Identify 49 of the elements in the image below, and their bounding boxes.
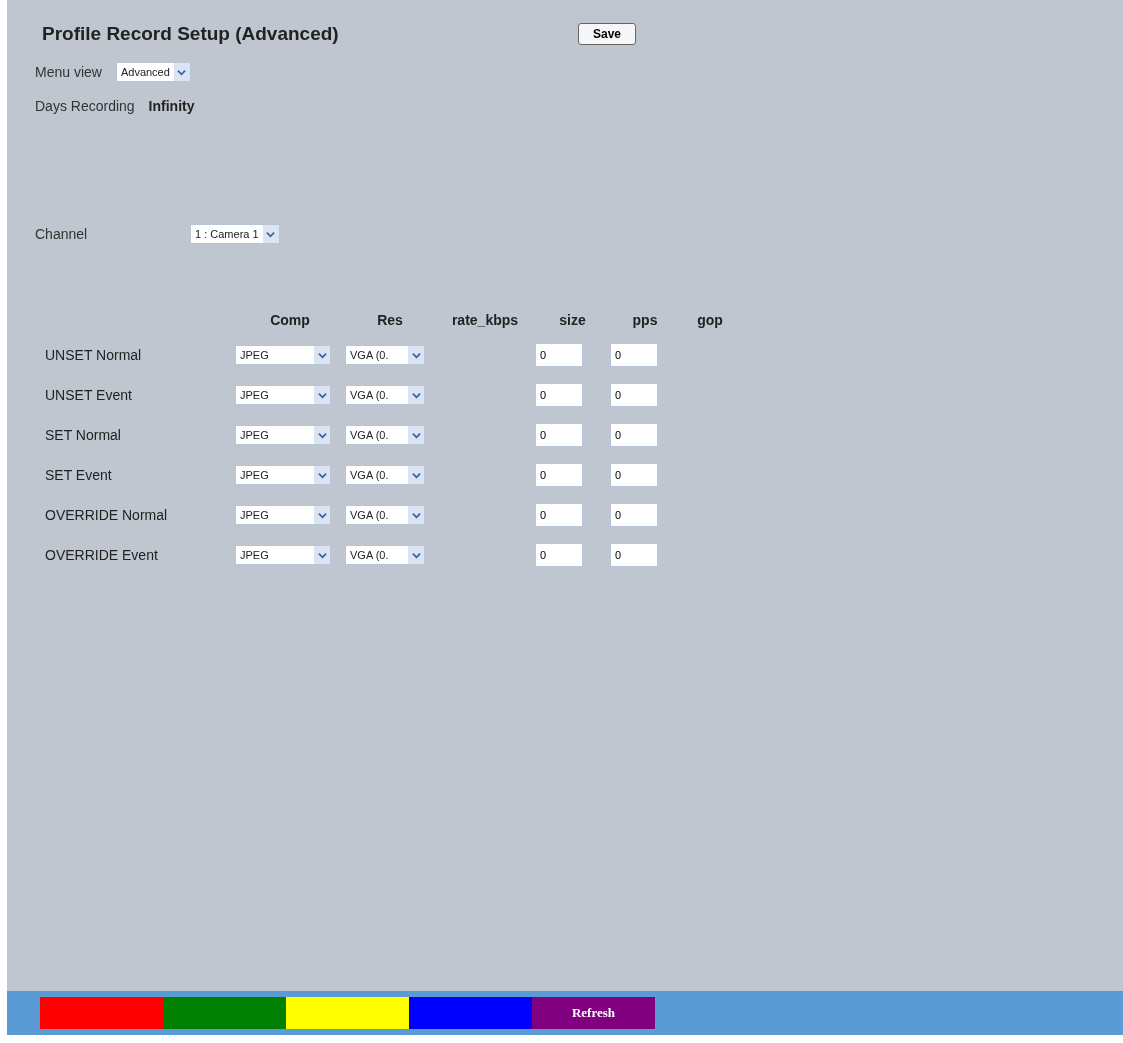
- size-field[interactable]: 0: [535, 383, 583, 407]
- color-button[interactable]: [40, 997, 163, 1029]
- pps-field[interactable]: 0: [610, 383, 658, 407]
- column-header: pps: [632, 312, 658, 328]
- resolution-dropdown[interactable]: VGA (0.: [345, 505, 425, 525]
- column-header: Res: [377, 312, 403, 328]
- resolution-dropdown[interactable]: VGA (0.: [345, 385, 425, 405]
- pps-field[interactable]: 0: [610, 423, 658, 447]
- compression-dropdown[interactable]: JPEG: [235, 545, 331, 565]
- page-title: Profile Record Setup (Advanced): [42, 23, 340, 45]
- menu-view-label: Menu view: [35, 64, 102, 80]
- resolution-dropdown[interactable]: VGA (0.: [345, 465, 425, 485]
- color-button[interactable]: [163, 997, 286, 1029]
- compression-dropdown[interactable]: JPEG: [235, 505, 331, 525]
- row-label: UNSET Normal: [45, 347, 143, 363]
- row-label: SET Normal: [45, 427, 122, 443]
- row-label: UNSET Event: [45, 387, 133, 403]
- days-recording-label: Days Recording: [35, 98, 135, 114]
- pps-field[interactable]: 0: [610, 503, 658, 527]
- column-header: size: [559, 312, 586, 328]
- menu-view-dropdown[interactable]: Advanced: [115, 62, 191, 82]
- pps-field[interactable]: 0: [610, 463, 658, 487]
- row-label: SET Event: [45, 467, 113, 483]
- color-button[interactable]: [286, 997, 409, 1029]
- compression-dropdown[interactable]: JPEG: [235, 385, 331, 405]
- save-button[interactable]: Save: [578, 23, 637, 45]
- resolution-dropdown[interactable]: VGA (0.: [345, 545, 425, 565]
- column-header: Comp: [270, 312, 310, 328]
- compression-dropdown[interactable]: JPEG: [235, 425, 331, 445]
- row-label: OVERRIDE Event: [45, 547, 159, 563]
- pps-field[interactable]: 0: [610, 543, 658, 567]
- resolution-dropdown[interactable]: VGA (0.: [345, 425, 425, 445]
- compression-dropdown[interactable]: JPEG: [235, 345, 331, 365]
- color-button[interactable]: [409, 997, 532, 1029]
- size-field[interactable]: 0: [535, 503, 583, 527]
- column-header: gop: [697, 312, 723, 328]
- size-field[interactable]: 0: [535, 423, 583, 447]
- size-field[interactable]: 0: [535, 343, 583, 367]
- refresh-button[interactable]: Refresh: [532, 997, 655, 1029]
- channel-dropdown[interactable]: 1 : Camera 1: [190, 224, 280, 244]
- column-header: rate_kbps: [451, 312, 519, 328]
- compression-dropdown[interactable]: JPEG: [235, 465, 331, 485]
- channel-label: Channel: [35, 226, 89, 242]
- size-field[interactable]: 0: [535, 463, 583, 487]
- resolution-dropdown[interactable]: VGA (0.: [345, 345, 425, 365]
- row-label: OVERRIDE Normal: [45, 507, 169, 523]
- pps-field[interactable]: 0: [610, 343, 658, 367]
- days-recording-value: Infinity: [148, 98, 195, 114]
- size-field[interactable]: 0: [535, 543, 583, 567]
